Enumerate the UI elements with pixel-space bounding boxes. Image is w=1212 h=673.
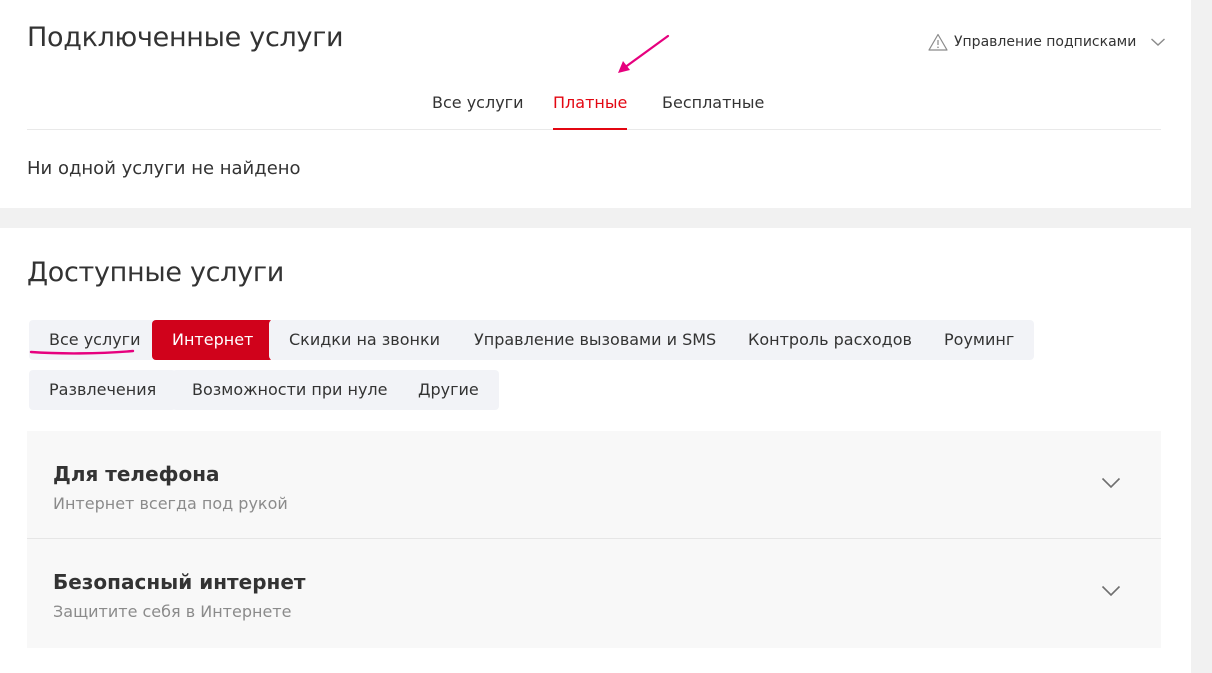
service-group-phone[interactable]: Для телефона Интернет всегда под рукой xyxy=(27,431,1161,539)
chevron-down-icon[interactable] xyxy=(1101,585,1121,597)
warning-icon xyxy=(928,33,948,51)
manage-subscriptions-button[interactable]: Управление подписками xyxy=(928,33,1166,51)
chip-other[interactable]: Другие xyxy=(398,370,499,410)
chip-call-sms-management[interactable]: Управление вызовами и SMS xyxy=(454,320,737,360)
service-group-title: Для телефона xyxy=(53,462,220,486)
tab-free[interactable]: Бесплатные xyxy=(662,93,764,132)
chip-internet[interactable]: Интернет xyxy=(152,320,274,360)
chip-all-services[interactable]: Все услуги xyxy=(29,320,161,360)
tab-paid[interactable]: Платные xyxy=(553,93,628,130)
annotation-arrow xyxy=(618,34,670,73)
connected-tabs: Все услуги Платные Бесплатные xyxy=(27,90,1161,130)
service-group-subtitle: Защитите себя в Интернете xyxy=(53,602,292,621)
tab-all-services[interactable]: Все услуги xyxy=(432,93,523,132)
service-group-title: Безопасный интернет xyxy=(53,570,306,594)
chip-roaming[interactable]: Роуминг xyxy=(924,320,1035,360)
service-group-subtitle: Интернет всегда под рукой xyxy=(53,494,288,513)
chip-zero-balance-options[interactable]: Возможности при нуле xyxy=(172,370,408,410)
manage-subscriptions-label: Управление подписками xyxy=(954,34,1137,50)
connected-services-panel: Подключенные услуги Управление подпискам… xyxy=(0,0,1191,208)
page-title: Подключенные услуги xyxy=(27,22,344,53)
chip-entertainment[interactable]: Развлечения xyxy=(29,370,177,410)
service-group-safe-internet[interactable]: Безопасный интернет Защитите себя в Инте… xyxy=(27,539,1161,648)
chevron-down-icon[interactable] xyxy=(1101,477,1121,489)
empty-state-message: Ни одной услуги не найдено xyxy=(27,158,301,179)
chevron-down-icon[interactable] xyxy=(1150,37,1166,47)
chip-call-discounts[interactable]: Скидки на звонки xyxy=(269,320,461,360)
chip-expense-control[interactable]: Контроль расходов xyxy=(728,320,932,360)
page-edge xyxy=(1191,0,1212,673)
section-title: Доступные услуги xyxy=(27,257,284,288)
